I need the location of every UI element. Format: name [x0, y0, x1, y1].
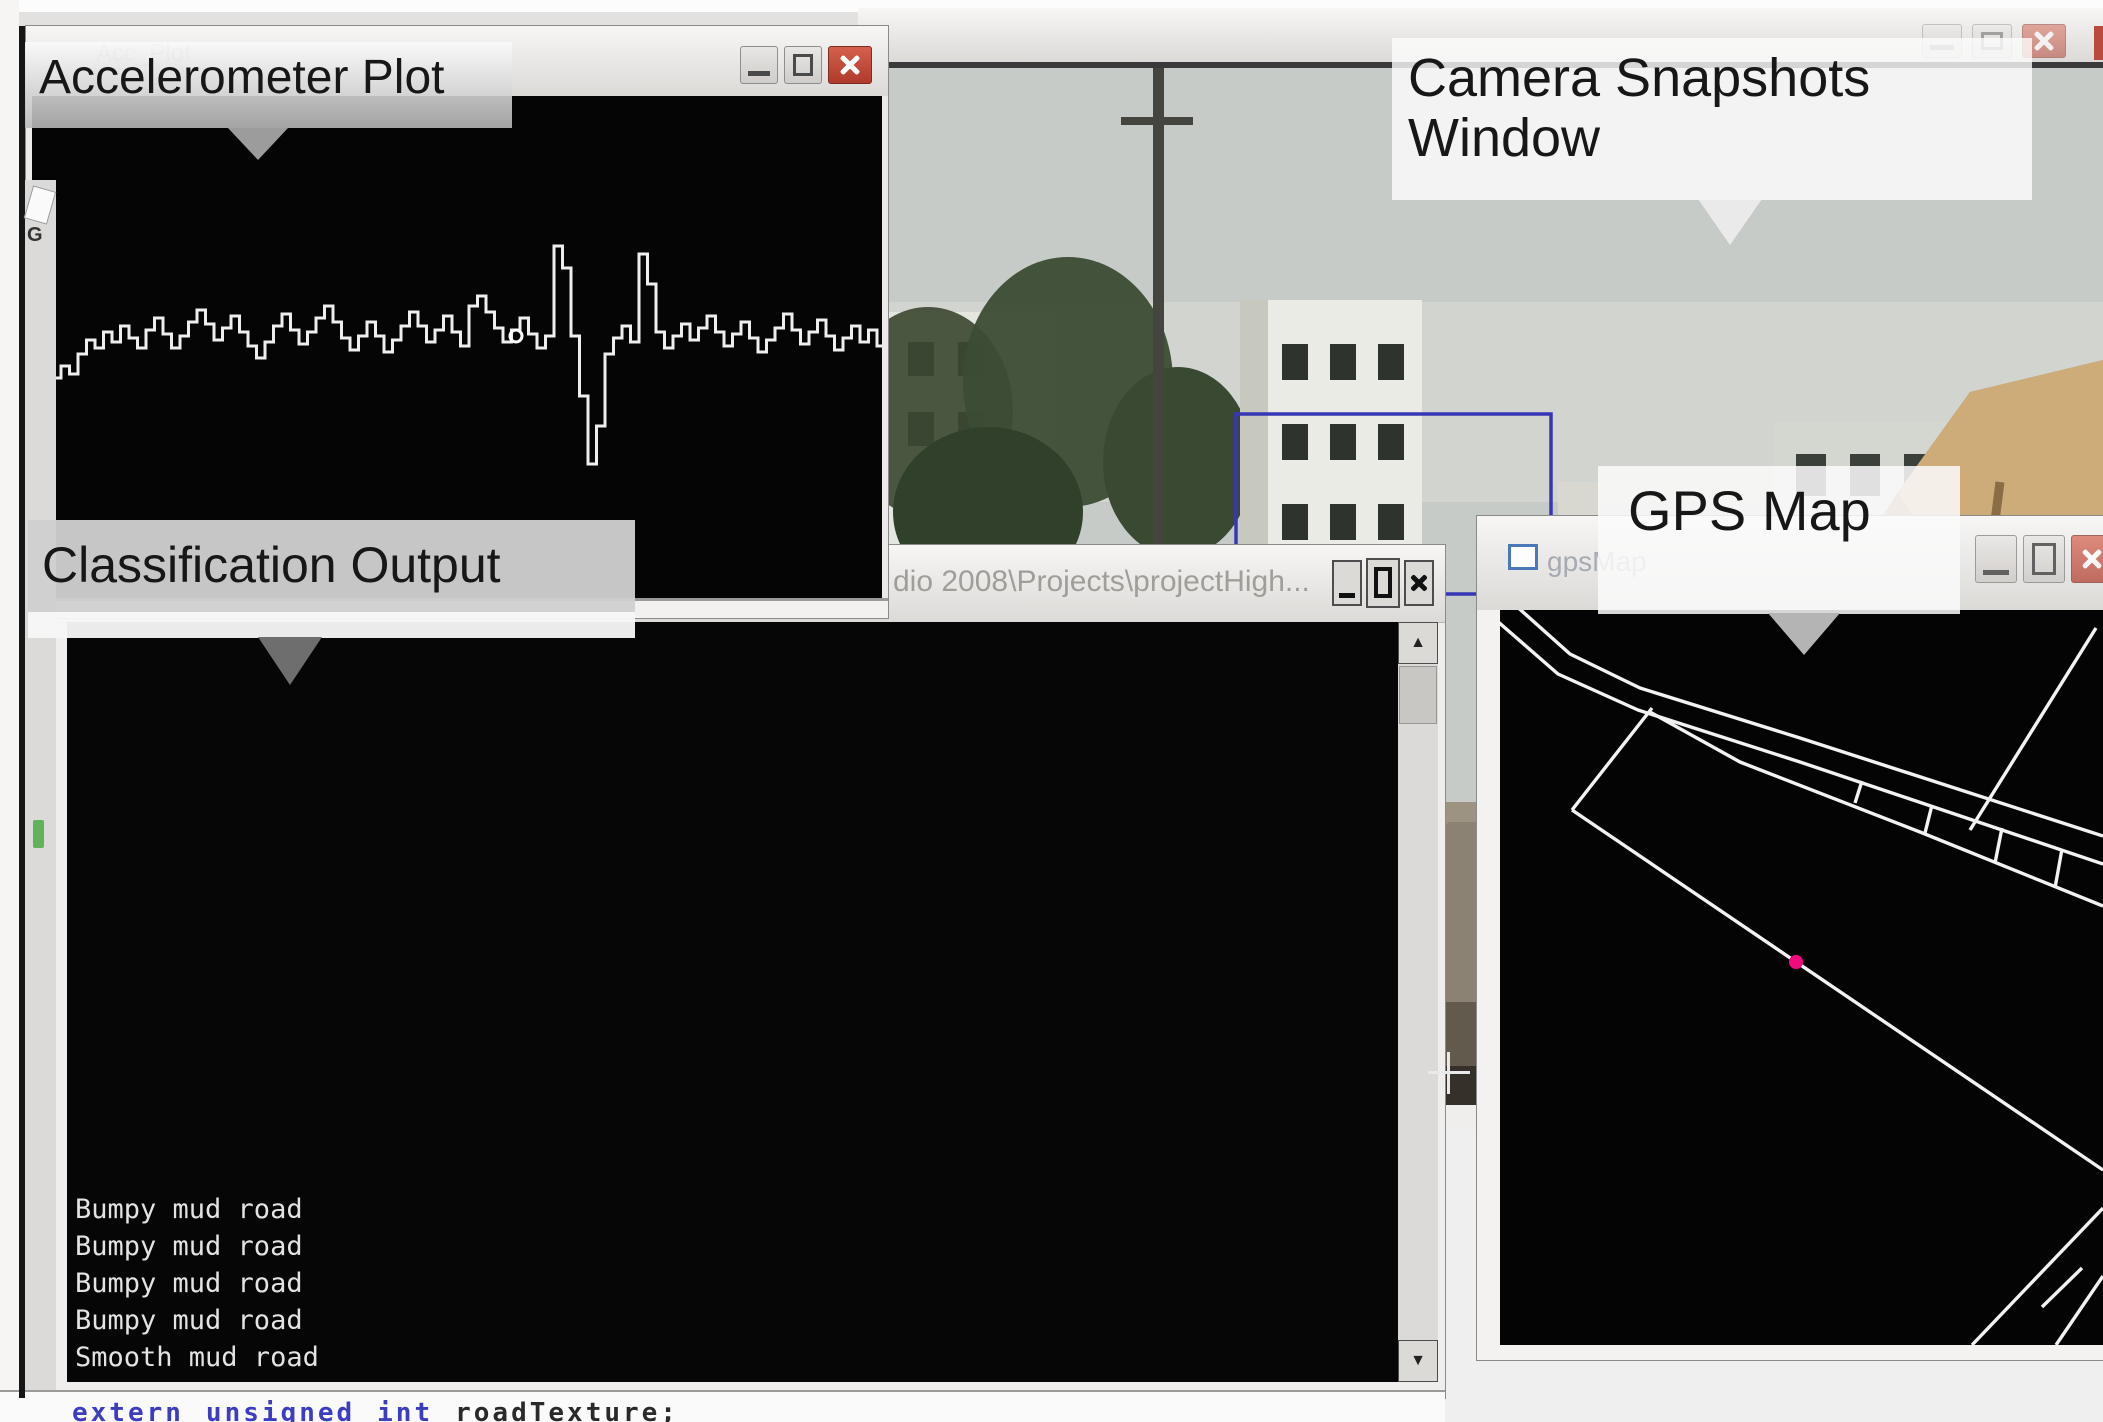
folded-page-icon — [24, 185, 56, 224]
console-line: Bumpy mud road — [75, 1191, 319, 1228]
map-road — [1972, 1208, 2103, 1345]
gps-minimize-button[interactable] — [1975, 535, 2017, 583]
map-road — [2042, 1268, 2082, 1307]
gps-callout: GPS Map — [1598, 466, 1960, 614]
scroll-up-button[interactable]: ▲ — [1398, 622, 1438, 664]
camera-close-sliver[interactable] — [2094, 26, 2103, 60]
camera-callout: Camera Snapshots Window — [1392, 38, 2032, 200]
map-road — [1995, 828, 2002, 863]
code-token: int — [377, 1398, 433, 1422]
console-close-button[interactable] — [1404, 560, 1434, 606]
gps-callout-tail — [1768, 613, 1840, 655]
camera-callout-tail — [1698, 199, 1762, 245]
classification-callout-text: Classification Output — [28, 520, 635, 594]
console-line: Bumpy mud road — [75, 1228, 319, 1265]
map-road — [1925, 805, 1932, 833]
scroll-down-button[interactable]: ▼ — [1398, 1340, 1438, 1382]
gps-maximize-button[interactable] — [2023, 535, 2065, 583]
breakpoint-indicator — [33, 820, 44, 848]
gps-road-map — [1500, 610, 2103, 1345]
margin-glyph: G — [27, 224, 43, 247]
accelerometer-callout: Accelerometer Plot — [25, 42, 512, 128]
desktop: dio 2008\Projects\projectHigh... Bumpy m… — [0, 0, 2103, 1422]
map-road — [1500, 620, 2103, 864]
map-road — [1855, 781, 1862, 803]
console-line: Smooth mud road — [75, 1339, 319, 1376]
code-line: extern unsigned int roadTexture; — [72, 1398, 701, 1422]
console-minimize-button[interactable] — [1332, 560, 1362, 606]
map-road — [1572, 708, 1652, 810]
acc-maximize-button[interactable] — [784, 46, 822, 84]
gps-callout-text: GPS Map — [1598, 466, 1960, 543]
console-output: Bumpy mud roadBumpy mud roadBumpy mud ro… — [67, 622, 1398, 1382]
acc-minimize-button[interactable] — [740, 46, 778, 84]
ide-left-strip[interactable]: G — [25, 180, 56, 1390]
classification-callout: Classification Output — [28, 520, 635, 638]
camera-callout-line1: Camera Snapshots — [1392, 38, 2032, 108]
map-road — [1650, 712, 2103, 906]
code-token: unsigned — [206, 1398, 355, 1422]
code-token: extern — [72, 1398, 184, 1422]
code-editor-strip: extern unsigned int roadTexture; — [0, 1390, 1445, 1422]
scroll-thumb[interactable] — [1399, 666, 1437, 724]
map-road — [1970, 628, 2096, 830]
console-maximize-button[interactable] — [1366, 558, 1400, 608]
gps-close-button[interactable] — [2071, 535, 2103, 583]
map-road — [2055, 849, 2062, 888]
accelerometer-callout-text: Accelerometer Plot — [25, 42, 512, 105]
acc-close-button[interactable] — [828, 46, 872, 84]
gps-window-icon — [1508, 544, 1538, 570]
gps-map-area — [1500, 610, 2103, 1345]
console-line: Bumpy mud road — [75, 1302, 319, 1339]
console-line: Bumpy mud road — [75, 1265, 319, 1302]
console-scrollbar[interactable]: ▲ ▼ — [1398, 622, 1438, 1382]
map-road — [1572, 810, 2103, 1170]
classification-callout-tail — [258, 637, 322, 685]
code-token: roadTexture; — [455, 1398, 679, 1422]
accelerometer-callout-tail — [228, 128, 288, 160]
console-title: dio 2008\Projects\projectHigh... — [893, 565, 1310, 599]
gps-position-marker — [1789, 955, 1803, 969]
crosshair-cursor — [1428, 1052, 1470, 1094]
camera-callout-line2: Window — [1392, 108, 2032, 168]
left-white-column — [0, 0, 19, 1422]
